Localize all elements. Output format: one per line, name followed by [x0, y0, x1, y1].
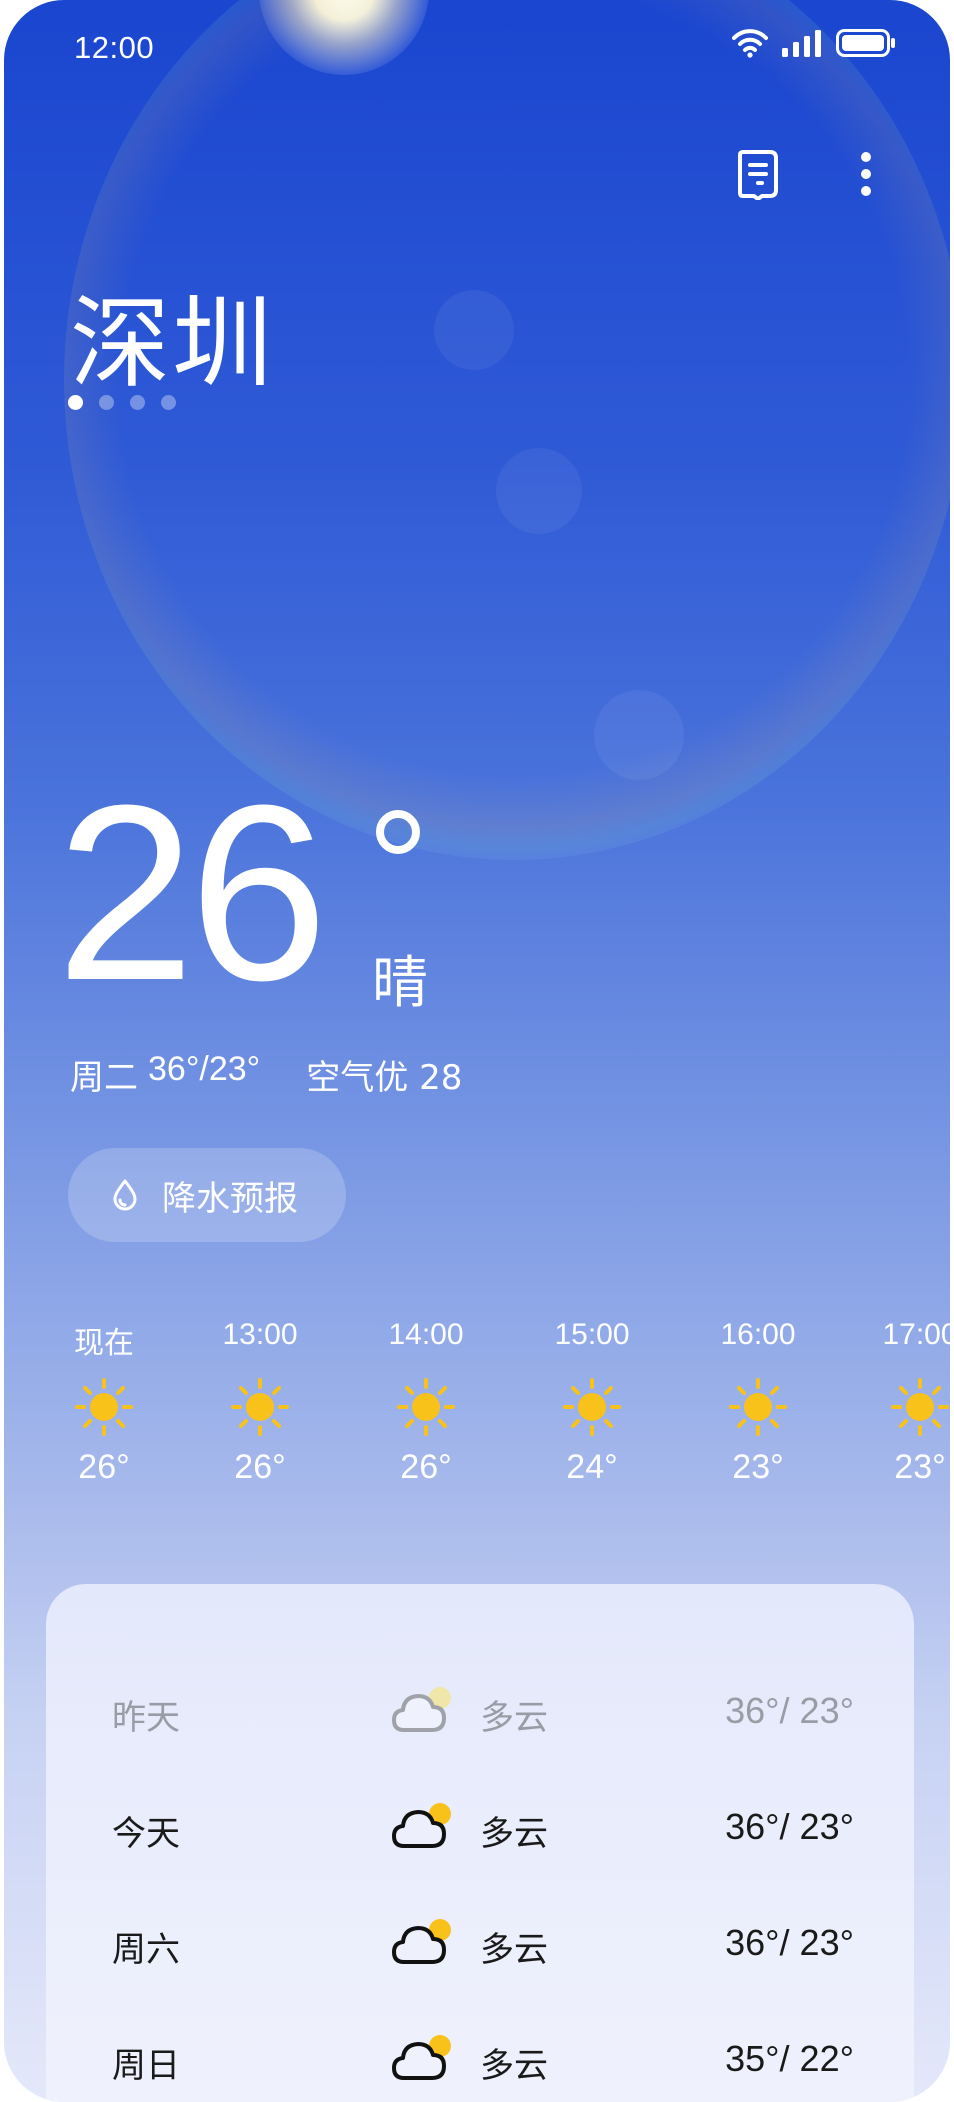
daily-row-sunday[interactable]: 周日 多云 35°/ 22° [46, 2018, 914, 2098]
air-quality[interactable]: 空气优 28 [306, 1050, 462, 1099]
day-condition: 多云 [480, 1814, 548, 1854]
partly-cloudy-icon [392, 1687, 451, 1732]
daily-row-yesterday[interactable]: 昨天 多云 36°/ 23° [46, 1670, 914, 1750]
status-bar: 12:00 [4, 0, 950, 95]
hour-item: 14:00 26° [356, 1318, 496, 1487]
daily-row-saturday[interactable]: 周六 多云 36°/ 23° [46, 1902, 914, 1982]
current-day: 周二 [70, 1058, 138, 1098]
hour-temp: 26° [234, 1448, 286, 1486]
daily-row-today[interactable]: 今天 多云 36°/ 23° [46, 1786, 914, 1866]
page-indicator [68, 395, 176, 410]
sun-icon [891, 1378, 949, 1436]
hour-time: 16:00 [720, 1318, 796, 1351]
page-dot [161, 395, 176, 410]
hour-temp: 23° [894, 1448, 946, 1486]
sun-icon [563, 1378, 621, 1436]
lens-flare [594, 690, 684, 780]
partly-cloudy-icon [392, 1919, 451, 1964]
precipitation-forecast-label: 降水预报 [162, 1178, 298, 1219]
hour-time: 17:00 [882, 1318, 950, 1351]
page-dot [99, 395, 114, 410]
hour-temp: 26° [78, 1448, 130, 1486]
hour-item: 15:00 24° [522, 1318, 662, 1487]
page-dot [68, 395, 83, 410]
hour-item: 13:00 26° [190, 1318, 330, 1487]
hour-temp: 24° [566, 1448, 618, 1486]
day-name: 今天 [112, 1814, 180, 1854]
sun-icon [75, 1378, 133, 1436]
degree-symbol [376, 810, 420, 854]
day-temps: 36°/ 23° [725, 1806, 854, 1847]
hour-time: 现在 [74, 1327, 134, 1360]
hour-time: 13:00 [222, 1318, 298, 1351]
sun-icon [729, 1378, 787, 1436]
day-condition: 多云 [480, 1930, 548, 1970]
partly-cloudy-icon [392, 2035, 451, 2080]
sun-icon [397, 1378, 455, 1436]
current-high-low: 36°/23° [148, 1050, 261, 1088]
day-temps: 36°/ 23° [725, 1922, 854, 1963]
hour-time: 14:00 [388, 1318, 464, 1351]
raindrop-icon [113, 1179, 137, 1211]
hourly-forecast[interactable]: 现在 26° 13:00 26° 14:00 26° 15:00 24° 16:… [4, 1318, 950, 1518]
day-condition: 多云 [480, 1698, 548, 1738]
wifi-icon [732, 29, 768, 58]
hour-temp: 26° [400, 1448, 452, 1486]
lens-flare [496, 448, 582, 534]
sun-halo [64, 0, 950, 860]
city-name[interactable]: 深圳 [70, 262, 274, 407]
hour-item: 17:00 23° [850, 1318, 950, 1487]
day-name: 周六 [112, 1930, 180, 1970]
day-temps: 36°/ 23° [725, 1690, 854, 1731]
sun-icon [231, 1378, 289, 1436]
signal-icon [782, 30, 821, 57]
day-name: 周日 [112, 2046, 180, 2086]
day-condition: 多云 [480, 2046, 548, 2086]
hour-item: 现在 26° [34, 1318, 174, 1487]
more-icon[interactable] [859, 150, 873, 200]
city-list-icon[interactable] [736, 150, 780, 200]
page-dot [130, 395, 145, 410]
day-temps: 35°/ 22° [725, 2038, 854, 2079]
day-name: 昨天 [112, 1698, 180, 1738]
current-temperature: 26 [56, 753, 328, 1032]
weather-screen: 12:00 深圳 26 晴 周二 36°/23° 空气优 28 降水预报 现在 … [4, 0, 950, 2102]
current-summary: 周二 36°/23° 空气优 28 [70, 1050, 462, 1099]
lens-flare [434, 290, 514, 370]
status-time: 12:00 [74, 30, 155, 65]
hour-time: 15:00 [554, 1318, 630, 1351]
precipitation-forecast-button[interactable]: 降水预报 [68, 1148, 346, 1242]
hour-item: 16:00 23° [688, 1318, 828, 1487]
daily-forecast-card[interactable]: 昨天 多云 36°/ 23° 今天 多云 36°/ 23° 周六 多云 36°/… [46, 1584, 914, 2102]
hour-temp: 23° [732, 1448, 784, 1486]
battery-icon [836, 29, 895, 57]
current-condition: 晴 [372, 951, 428, 1016]
partly-cloudy-icon [392, 1803, 451, 1848]
